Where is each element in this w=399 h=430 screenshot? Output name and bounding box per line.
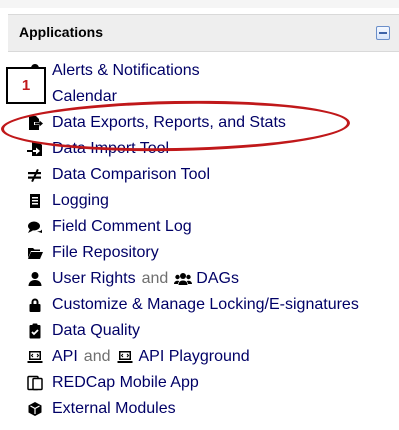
folder-open-icon [27, 245, 43, 261]
menu-item-alerts[interactable]: Alerts & Notifications [27, 58, 200, 84]
users-icon [174, 271, 193, 287]
menu-item-user-rights[interactable]: User Rights and DAGs [27, 266, 239, 292]
clipboard-check-icon [27, 323, 43, 339]
menu-item-label: Alerts & Notifications [52, 62, 200, 79]
not-equal-icon [27, 167, 43, 183]
applications-title: Applications [19, 24, 104, 40]
collapse-minus-icon[interactable] [376, 26, 390, 40]
list-icon [27, 193, 43, 209]
applications-panel: Applications Alerts & Notifications Cale… [0, 0, 399, 430]
menu-item-label: Customize & Manage Locking/E-signatures [52, 296, 359, 313]
menu-item-label: External Modules [52, 400, 176, 417]
step-number: 1 [21, 77, 31, 94]
connector-and: and [141, 270, 169, 287]
laptop-code-icon [27, 349, 43, 365]
menu-item-data-comparison[interactable]: Data Comparison Tool [27, 162, 210, 188]
menu-item-label: Field Comment Log [52, 218, 192, 235]
menu-item-data-quality[interactable]: Data Quality [27, 318, 140, 344]
connector-and: and [83, 348, 111, 365]
menu-item-label: Logging [52, 192, 109, 209]
menu-item-locking[interactable]: Customize & Manage Locking/E-signatures [27, 292, 359, 318]
lock-icon [27, 297, 43, 313]
step-callout: 1 [6, 67, 46, 104]
menu-item-logging[interactable]: Logging [27, 188, 109, 214]
cube-icon [27, 401, 43, 417]
user-icon [27, 271, 43, 287]
api-link[interactable]: API [52, 348, 78, 366]
menu-item-label: REDCap Mobile App [52, 374, 199, 391]
menu-item-api[interactable]: API and API Playground [27, 344, 250, 370]
menu-item-mobile-app[interactable]: REDCap Mobile App [27, 370, 199, 396]
menu-item-external-modules[interactable]: External Modules [27, 396, 176, 422]
applications-header: Applications [8, 14, 399, 52]
laptop-code-icon [117, 349, 133, 365]
api-playground-link[interactable]: API Playground [139, 348, 250, 366]
tablet-icon [27, 375, 43, 391]
top-strip [0, 0, 399, 8]
dags-link[interactable]: DAGs [196, 270, 239, 288]
menu-item-label: File Repository [52, 244, 159, 261]
menu-item-file-repository[interactable]: File Repository [27, 240, 159, 266]
user-rights-link[interactable]: User Rights [52, 270, 136, 288]
menu-item-label: Data Comparison Tool [52, 166, 211, 183]
menu-item-field-comment-log[interactable]: Field Comment Log [27, 214, 192, 240]
menu-item-label: Data Quality [52, 322, 141, 339]
comments-icon [27, 219, 43, 235]
